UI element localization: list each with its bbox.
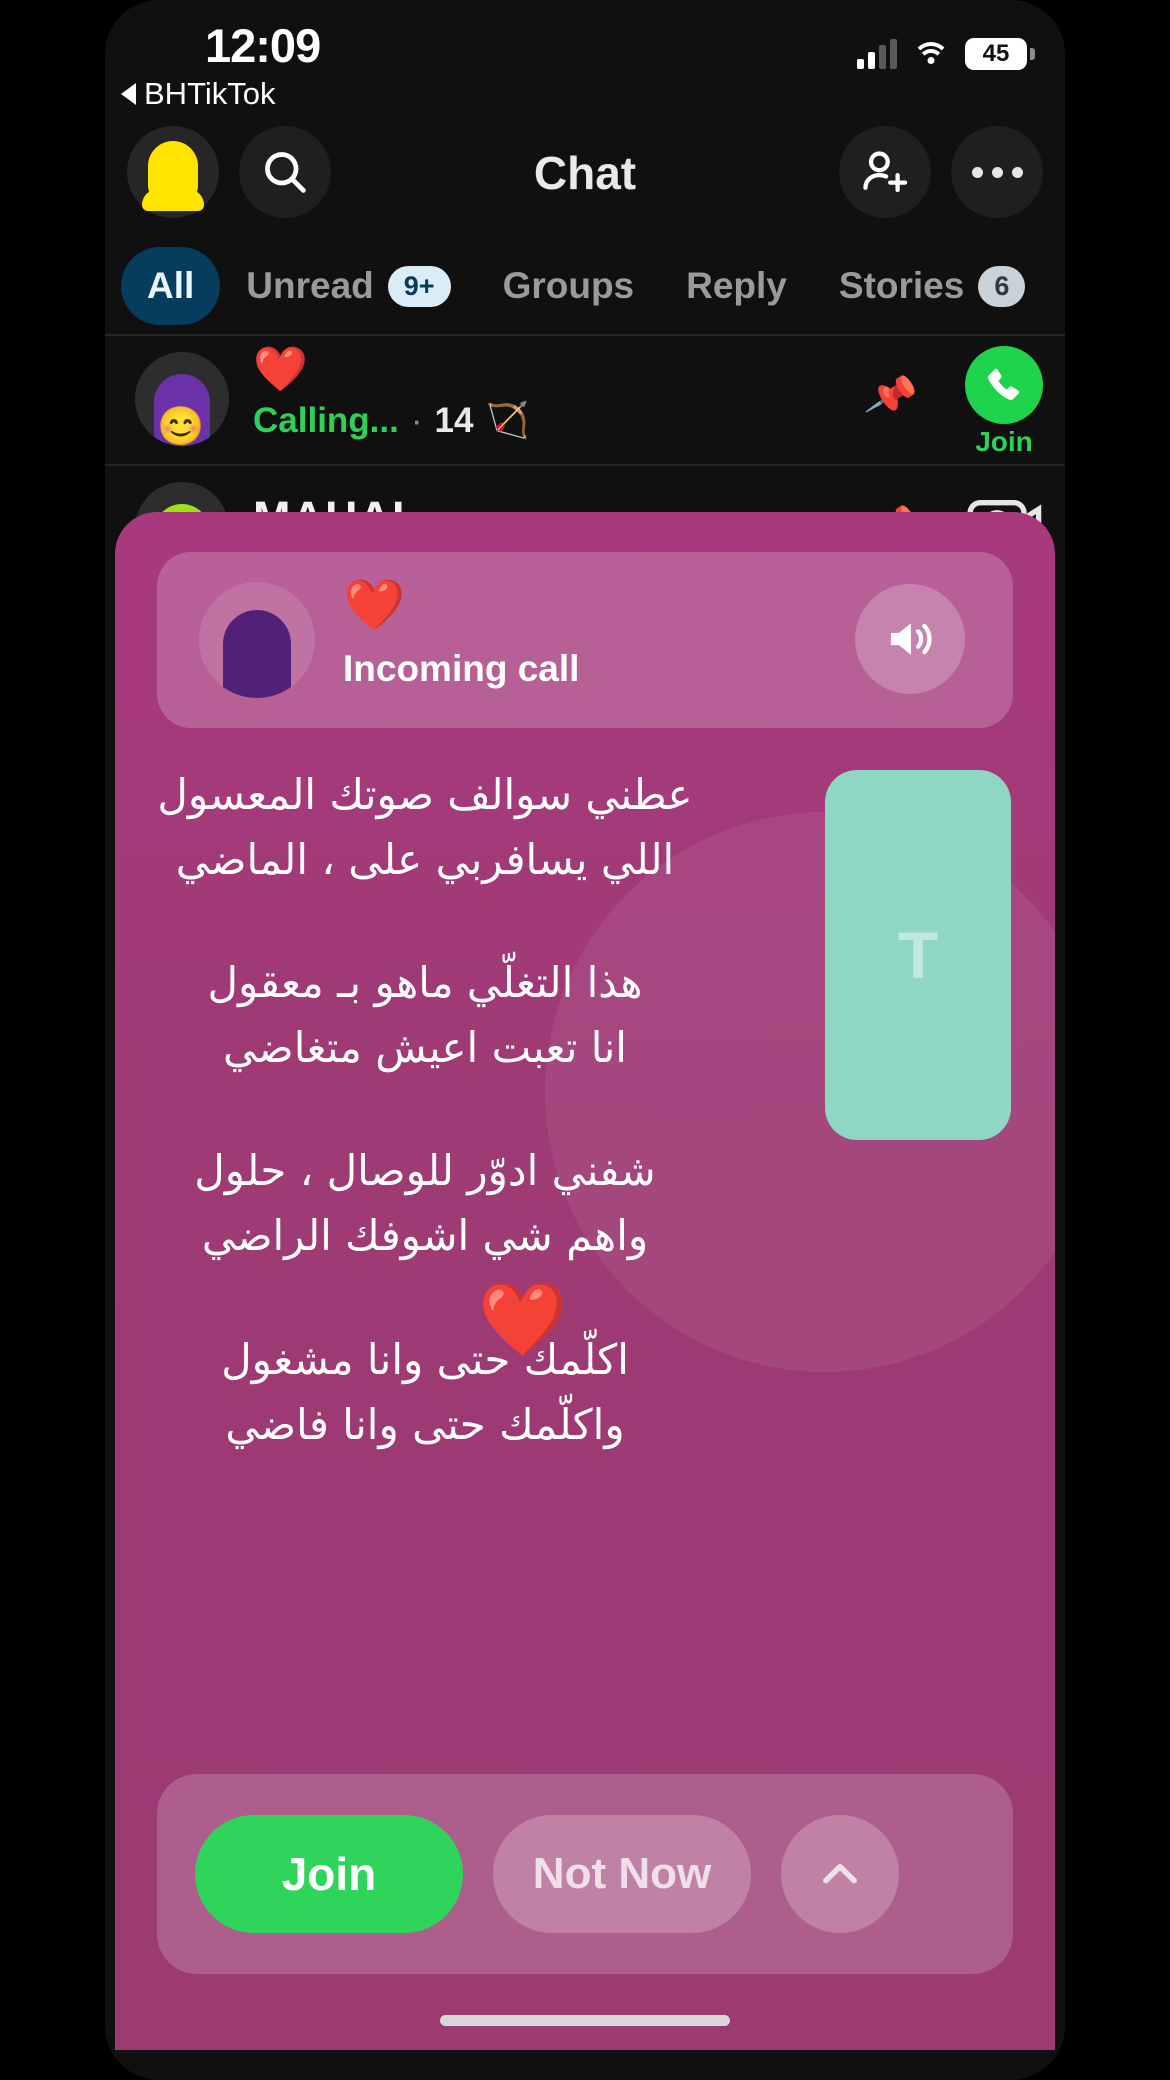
pin-icon: 📌 [863,369,921,423]
call-status-label: Incoming call [343,648,580,689]
stories-badge: 6 [978,265,1026,307]
more-options-icon[interactable] [951,126,1043,218]
status-separator: · [410,400,423,440]
lyrics-text: عطني سوالف صوتك المعسول اللي يسافربي على… [115,762,775,1515]
phone-frame: 12:09 BHTikTok 45 Chat All Unread 9+ Gro… [105,0,1065,2080]
caller-name-emoji: ❤️ [343,577,406,633]
caller-info-card[interactable]: ❤️ Incoming call [157,552,1013,728]
status-bar-clock: 12:09 [205,19,321,72]
lyrics-stanza: عطني سوالف صوتك المعسول اللي يسافربي على… [115,762,735,892]
avatar[interactable]: 😊 [135,352,229,446]
table-row[interactable]: 😊 ❤️ Calling... · 14 🏹 📌 Join [105,336,1065,464]
avatar-status-emoji: 😊 [157,406,205,446]
chat-filter-tabs: All Unread 9+ Groups Reply Stories 6 [105,236,1065,336]
streak-emoji: 🏹 [485,401,530,441]
tab-label: Unread [246,265,374,306]
person-avatar-icon [199,582,315,698]
lyrics-line: واهم شي اشوفك الراضي [201,1211,649,1261]
speaker-loud-icon[interactable] [855,584,965,694]
call-action-bar: Join Not Now [157,1774,1013,1974]
join-call-button[interactable]: Join [965,346,1043,458]
tab-label: Groups [502,265,635,306]
lyrics-line: عطني سوالف صوتك المعسول [157,770,693,819]
lyrics-line: اكلّمك حتى وانا مشغول [221,1334,629,1384]
lyrics-stanza: هذا التغلّي ماهو بـ معقول انا تعبت اعيش … [115,950,735,1080]
status-badge: Calling... [253,400,399,440]
participant-initial: T [897,918,939,992]
tab-label: Stories [838,265,965,306]
status-bar-indicators: 45 [857,38,1035,70]
tab-groups[interactable]: Groups [477,247,661,325]
lyrics-line: انا تعبت اعيش متغاضي [223,1023,627,1073]
join-button[interactable]: Join [195,1815,463,1933]
tab-reply[interactable]: Reply [660,247,813,325]
app-screen: 12:09 BHTikTok 45 Chat All Unread 9+ Gro… [105,0,1065,2080]
tab-all[interactable]: All [121,247,221,325]
home-indicator [440,2015,730,2026]
add-friend-icon[interactable] [839,126,931,218]
back-to-app-link[interactable]: BHTikTok [121,76,275,112]
chat-row-name-emoji: ❤️ [253,345,308,394]
tab-unread[interactable]: Unread 9+ [220,247,476,325]
chat-header: Chat [105,118,1065,228]
battery-level-label: 45 [982,40,1010,67]
phone-icon [965,346,1043,424]
lyrics-line: شفني ادوّر للوصال ، حلول [194,1146,656,1196]
back-app-label: BHTikTok [144,76,276,111]
status-bar: 12:09 BHTikTok 45 [105,0,1065,118]
lyrics-line: واكلّمك حتى وانا فاضي [225,1399,625,1449]
lyrics-stanza: اكلّمك حتى وانا مشغول واكلّمك حتى وانا ف… [115,1327,735,1457]
cellular-bars-icon [857,39,897,69]
battery-icon: 45 [965,38,1035,70]
incoming-call-modal: ❤️ Incoming call T عطني سوالف صوتك المعس… [115,512,1055,2050]
heart-overlay-emoji: ❤️ [478,1280,568,1360]
lyrics-line: هذا التغلّي ماهو بـ معقول [207,958,643,1008]
unread-badge: 9+ [387,265,451,307]
tab-label: Reply [686,265,787,306]
tab-stories[interactable]: Stories 6 [813,247,1051,325]
wifi-icon [912,40,950,68]
chevron-up-icon[interactable] [781,1815,899,1933]
tab-label: All [147,265,195,306]
lyrics-stanza: شفني ادوّر للوصال ، حلول واهم شي اشوفك ا… [115,1138,735,1268]
back-triangle-icon [121,83,136,105]
participant-video-tile[interactable]: T [825,770,1011,1140]
streak-count: 14 [434,400,474,440]
join-label: Join [975,426,1033,457]
not-now-button[interactable]: Not Now [493,1815,751,1933]
chat-row-status: Calling... · 14 🏹 [253,400,529,441]
lyrics-line: اللي يسافربي على ، الماضي [175,835,675,885]
chat-row-content: ❤️ Calling... · 14 🏹 [253,345,529,441]
